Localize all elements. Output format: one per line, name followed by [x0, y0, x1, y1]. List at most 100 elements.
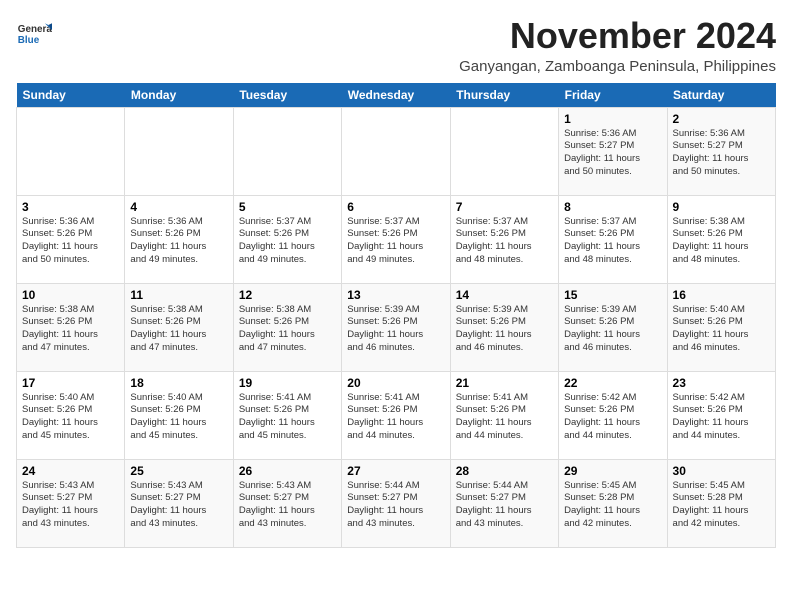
day-cell: 9 Sunrise: 5:38 AM Sunset: 5:26 PM Daylig… — [667, 195, 775, 283]
day-cell: 4 Sunrise: 5:36 AM Sunset: 5:26 PM Daylig… — [125, 195, 233, 283]
logo-icon: General Blue — [16, 16, 52, 52]
weekday-header-thursday: Thursday — [450, 83, 558, 108]
day-cell: 2 Sunrise: 5:36 AM Sunset: 5:27 PM Daylig… — [667, 107, 775, 195]
day-cell — [17, 107, 125, 195]
day-cell: 26 Sunrise: 5:43 AM Sunset: 5:27 PM Dayli… — [233, 459, 341, 547]
day-number: 6 — [347, 200, 444, 214]
weekday-header-monday: Monday — [125, 83, 233, 108]
day-cell: 17 Sunrise: 5:40 AM Sunset: 5:26 PM Dayli… — [17, 371, 125, 459]
day-cell — [233, 107, 341, 195]
day-cell: 16Sunrise: 5:40 AM Sunset: 5:26 PM Dayli… — [667, 283, 775, 371]
day-info: Sunrise: 5:37 AM Sunset: 5:26 PM Dayligh… — [347, 216, 444, 267]
day-info: Sunrise: 5:38 AM Sunset: 5:26 PM Dayligh… — [673, 216, 770, 267]
day-number: 18 — [130, 376, 227, 390]
day-number: 12 — [239, 288, 336, 302]
weekday-header-sunday: Sunday — [17, 83, 125, 108]
day-number: 28 — [456, 464, 553, 478]
day-cell — [125, 107, 233, 195]
month-title: November 2024 — [459, 16, 776, 56]
day-cell: 25 Sunrise: 5:43 AM Sunset: 5:27 PM Dayli… — [125, 459, 233, 547]
day-info: Sunrise: 5:36 AM Sunset: 5:27 PM Dayligh… — [673, 128, 770, 179]
week-row-5: 24 Sunrise: 5:43 AM Sunset: 5:27 PM Dayli… — [17, 459, 776, 547]
day-info: Sunrise: 5:44 AM Sunset: 5:27 PM Dayligh… — [347, 480, 444, 531]
day-number: 22 — [564, 376, 661, 390]
day-info: Sunrise: 5:40 AM Sunset: 5:26 PM Dayligh… — [22, 392, 119, 443]
weekday-header-tuesday: Tuesday — [233, 83, 341, 108]
day-number: 23 — [673, 376, 770, 390]
day-cell: 30Sunrise: 5:45 AM Sunset: 5:28 PM Dayli… — [667, 459, 775, 547]
week-row-1: 1 Sunrise: 5:36 AM Sunset: 5:27 PM Daylig… — [17, 107, 776, 195]
svg-text:Blue: Blue — [18, 35, 40, 46]
day-number: 15 — [564, 288, 661, 302]
day-info: Sunrise: 5:41 AM Sunset: 5:26 PM Dayligh… — [456, 392, 553, 443]
day-cell: 19 Sunrise: 5:41 AM Sunset: 5:26 PM Dayli… — [233, 371, 341, 459]
logo: General Blue — [16, 16, 52, 52]
day-cell: 6 Sunrise: 5:37 AM Sunset: 5:26 PM Daylig… — [342, 195, 450, 283]
day-cell: 18 Sunrise: 5:40 AM Sunset: 5:26 PM Dayli… — [125, 371, 233, 459]
day-number: 26 — [239, 464, 336, 478]
day-info: Sunrise: 5:43 AM Sunset: 5:27 PM Dayligh… — [130, 480, 227, 531]
location-title: Ganyangan, Zamboanga Peninsula, Philippi… — [459, 58, 776, 75]
day-info: Sunrise: 5:45 AM Sunset: 5:28 PM Dayligh… — [673, 480, 770, 531]
day-info: Sunrise: 5:44 AM Sunset: 5:27 PM Dayligh… — [456, 480, 553, 531]
day-number: 13 — [347, 288, 444, 302]
day-cell: 24 Sunrise: 5:43 AM Sunset: 5:27 PM Dayli… — [17, 459, 125, 547]
day-number: 20 — [347, 376, 444, 390]
svg-text:General: General — [18, 24, 52, 35]
day-number: 3 — [22, 200, 119, 214]
calendar-table: SundayMondayTuesdayWednesdayThursdayFrid… — [16, 83, 776, 548]
day-cell: 20Sunrise: 5:41 AM Sunset: 5:26 PM Dayli… — [342, 371, 450, 459]
day-number: 14 — [456, 288, 553, 302]
day-number: 21 — [456, 376, 553, 390]
day-number: 19 — [239, 376, 336, 390]
day-number: 25 — [130, 464, 227, 478]
day-cell: 27Sunrise: 5:44 AM Sunset: 5:27 PM Dayli… — [342, 459, 450, 547]
day-number: 10 — [22, 288, 119, 302]
day-info: Sunrise: 5:45 AM Sunset: 5:28 PM Dayligh… — [564, 480, 661, 531]
day-cell: 3 Sunrise: 5:36 AM Sunset: 5:26 PM Daylig… — [17, 195, 125, 283]
day-cell: 1 Sunrise: 5:36 AM Sunset: 5:27 PM Daylig… — [559, 107, 667, 195]
day-number: 29 — [564, 464, 661, 478]
day-info: Sunrise: 5:36 AM Sunset: 5:27 PM Dayligh… — [564, 128, 661, 179]
day-number: 9 — [673, 200, 770, 214]
day-number: 2 — [673, 112, 770, 126]
day-cell — [342, 107, 450, 195]
day-number: 4 — [130, 200, 227, 214]
day-info: Sunrise: 5:39 AM Sunset: 5:26 PM Dayligh… — [347, 304, 444, 355]
day-info: Sunrise: 5:40 AM Sunset: 5:26 PM Dayligh… — [130, 392, 227, 443]
day-cell: 10Sunrise: 5:38 AM Sunset: 5:26 PM Dayli… — [17, 283, 125, 371]
day-info: Sunrise: 5:41 AM Sunset: 5:26 PM Dayligh… — [239, 392, 336, 443]
day-number: 8 — [564, 200, 661, 214]
day-cell: 13 Sunrise: 5:39 AM Sunset: 5:26 PM Dayli… — [342, 283, 450, 371]
title-area: November 2024 Ganyangan, Zamboanga Penin… — [459, 16, 776, 75]
day-info: Sunrise: 5:39 AM Sunset: 5:26 PM Dayligh… — [456, 304, 553, 355]
day-cell — [450, 107, 558, 195]
day-number: 24 — [22, 464, 119, 478]
day-info: Sunrise: 5:36 AM Sunset: 5:26 PM Dayligh… — [22, 216, 119, 267]
day-info: Sunrise: 5:37 AM Sunset: 5:26 PM Dayligh… — [456, 216, 553, 267]
day-cell: 15Sunrise: 5:39 AM Sunset: 5:26 PM Dayli… — [559, 283, 667, 371]
day-cell: 28 Sunrise: 5:44 AM Sunset: 5:27 PM Dayli… — [450, 459, 558, 547]
day-number: 11 — [130, 288, 227, 302]
day-cell: 8 Sunrise: 5:37 AM Sunset: 5:26 PM Daylig… — [559, 195, 667, 283]
day-number: 5 — [239, 200, 336, 214]
day-info: Sunrise: 5:42 AM Sunset: 5:26 PM Dayligh… — [673, 392, 770, 443]
week-row-4: 17 Sunrise: 5:40 AM Sunset: 5:26 PM Dayli… — [17, 371, 776, 459]
page-header: General Blue November 2024 Ganyangan, Za… — [16, 16, 776, 75]
week-row-3: 10 Sunrise: 5:38 AM Sunset: 5:26 PM Dayli… — [17, 283, 776, 371]
day-cell: 11 Sunrise: 5:38 AM Sunset: 5:26 PM Dayli… — [125, 283, 233, 371]
day-cell: 22Sunrise: 5:42 AM Sunset: 5:26 PM Dayli… — [559, 371, 667, 459]
day-number: 17 — [22, 376, 119, 390]
day-cell: 29 Sunrise: 5:45 AM Sunset: 5:28 PM Dayli… — [559, 459, 667, 547]
weekday-header-saturday: Saturday — [667, 83, 775, 108]
day-info: Sunrise: 5:38 AM Sunset: 5:26 PM Dayligh… — [239, 304, 336, 355]
day-cell: 14 Sunrise: 5:39 AM Sunset: 5:26 PM Dayli… — [450, 283, 558, 371]
day-number: 7 — [456, 200, 553, 214]
week-row-2: 3 Sunrise: 5:36 AM Sunset: 5:26 PM Daylig… — [17, 195, 776, 283]
day-info: Sunrise: 5:43 AM Sunset: 5:27 PM Dayligh… — [239, 480, 336, 531]
day-info: Sunrise: 5:43 AM Sunset: 5:27 PM Dayligh… — [22, 480, 119, 531]
day-info: Sunrise: 5:36 AM Sunset: 5:26 PM Dayligh… — [130, 216, 227, 267]
day-info: Sunrise: 5:37 AM Sunset: 5:26 PM Dayligh… — [564, 216, 661, 267]
day-info: Sunrise: 5:38 AM Sunset: 5:26 PM Dayligh… — [130, 304, 227, 355]
day-number: 1 — [564, 112, 661, 126]
